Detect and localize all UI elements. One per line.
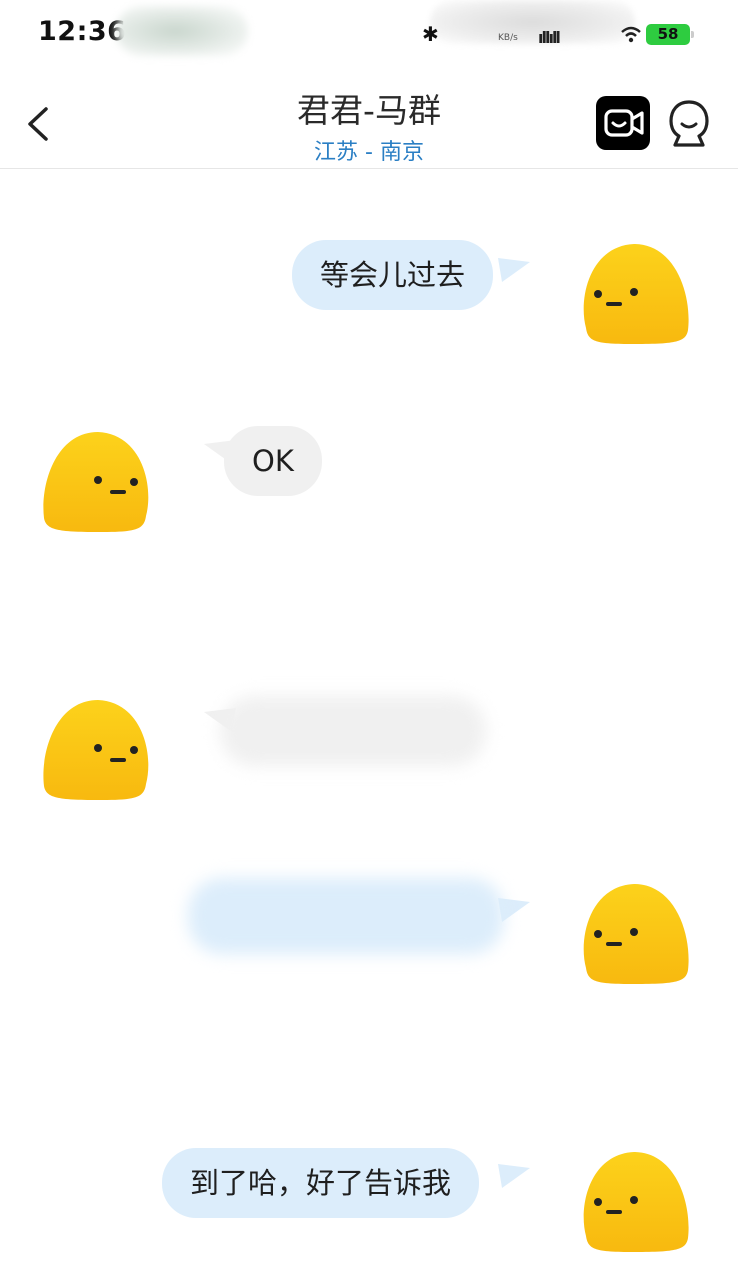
network-speed-unit: KB/s	[498, 33, 518, 43]
bubble-tail	[498, 1164, 530, 1188]
wifi-icon	[621, 26, 641, 43]
contact-avatar[interactable]	[40, 426, 156, 536]
message-bubble-incoming-redacted[interactable]	[220, 696, 486, 766]
status-time: 12:36	[38, 16, 127, 47]
status-bar: 12:36 ✱ KB/s ıllıll 58	[0, 0, 738, 70]
video-call-button[interactable]	[596, 96, 650, 150]
bluetooth-icon: ✱	[422, 22, 439, 46]
message-row	[0, 870, 738, 990]
battery-indicator: 58	[646, 24, 694, 45]
signal-icon: ıllıll	[538, 28, 561, 47]
video-camera-icon	[604, 109, 644, 137]
message-bubble-incoming[interactable]: OK	[224, 426, 322, 496]
message-row	[0, 690, 738, 810]
message-row: OK	[0, 420, 738, 540]
blurred-status-area-right	[430, 0, 635, 44]
contact-avatar[interactable]	[40, 694, 156, 804]
user-avatar[interactable]	[576, 238, 692, 348]
message-row: 到了哈，好了告诉我	[0, 1140, 738, 1260]
user-avatar[interactable]	[576, 878, 692, 988]
message-row: 等会儿过去	[0, 230, 738, 350]
profile-icon[interactable]	[666, 98, 712, 150]
chat-header: 君君-马群 江苏 - 南京	[0, 70, 738, 169]
user-avatar[interactable]	[576, 1146, 692, 1256]
message-bubble-outgoing[interactable]: 等会儿过去	[292, 240, 494, 310]
message-bubble-outgoing[interactable]: 到了哈，好了告诉我	[162, 1148, 480, 1218]
bubble-tail	[498, 258, 530, 282]
message-bubble-outgoing-redacted[interactable]	[188, 878, 504, 954]
blurred-status-area	[116, 6, 248, 56]
